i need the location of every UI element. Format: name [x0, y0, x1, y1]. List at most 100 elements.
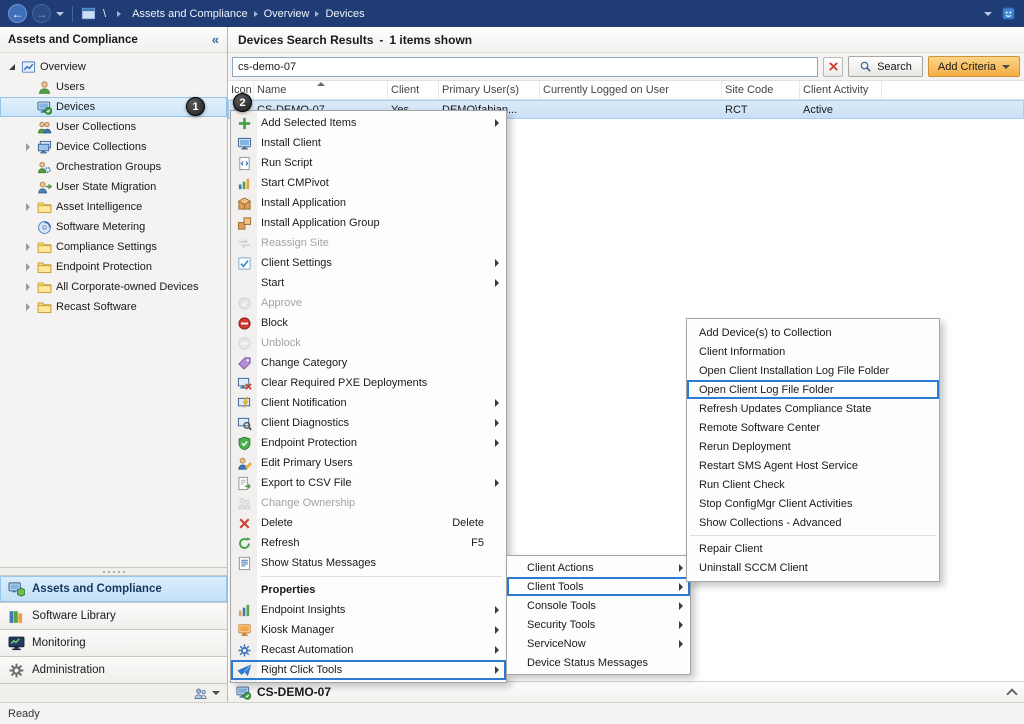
clear-search-button[interactable]	[823, 57, 843, 77]
feedback-icon[interactable]	[1001, 6, 1016, 21]
menu-item-console-tools[interactable]: Console Tools	[507, 596, 690, 615]
breadcrumb-item-overview[interactable]: Overview	[262, 8, 312, 20]
tree-item-all-corporate-owned-devices[interactable]: All Corporate-owned Devices	[0, 277, 227, 297]
expand-expander-icon[interactable]	[22, 202, 33, 213]
search-input[interactable]	[232, 57, 818, 77]
menu-item-install-client[interactable]: Install Client	[231, 133, 506, 153]
menu-item-remote-software-center[interactable]: Remote Software Center	[687, 418, 939, 437]
collapse-expander-icon[interactable]	[6, 62, 17, 73]
menu-item-rerun-deployment[interactable]: Rerun Deployment	[687, 437, 939, 456]
tree-item-asset-intelligence[interactable]: Asset Intelligence	[0, 197, 227, 217]
menu-item-device-status-messages[interactable]: Device Status Messages	[507, 653, 690, 672]
menu-item-run-script[interactable]: Run Script	[231, 153, 506, 173]
expand-expander-icon[interactable]	[22, 262, 33, 273]
results-count: 1 items shown	[389, 33, 472, 47]
tree-item-user-state-migration[interactable]: User State Migration	[0, 177, 227, 197]
pane-splitter[interactable]	[0, 567, 227, 575]
submenu-arrow-icon	[495, 439, 499, 447]
menu-item-clear-required-pxe-deployments[interactable]: Clear Required PXE Deployments	[231, 373, 506, 393]
column-header-primary-user-s[interactable]: Primary User(s)	[439, 81, 540, 99]
menu-item-export-to-csv-file[interactable]: Export to CSV File	[231, 473, 506, 493]
status-bar: Ready	[0, 702, 1024, 724]
collapse-detail-chevron-icon[interactable]	[1006, 688, 1017, 699]
menu-item-change-ownership: Change Ownership	[231, 493, 506, 513]
menu-item-install-application-group[interactable]: Install Application Group	[231, 213, 506, 233]
menu-item-show-status-messages[interactable]: Show Status Messages	[231, 553, 506, 573]
menu-item-start[interactable]: Start	[231, 273, 506, 293]
expand-expander-icon[interactable]	[22, 302, 33, 313]
menu-item-repair-client[interactable]: Repair Client	[687, 539, 939, 558]
configure-caret-icon[interactable]	[212, 691, 220, 695]
menu-item-client-settings[interactable]: Client Settings	[231, 253, 506, 273]
menu-item-client-notification[interactable]: Client Notification	[231, 393, 506, 413]
tree-item-software-metering[interactable]: Software Metering	[0, 217, 227, 237]
right-click-tools-submenu: Client ActionsClient ToolsConsole ToolsS…	[506, 555, 691, 675]
menu-item-recast-automation[interactable]: Recast Automation	[231, 640, 506, 660]
menu-item-servicenow[interactable]: ServiceNow	[507, 634, 690, 653]
history-caret-icon[interactable]	[56, 12, 64, 16]
tree-item-overview[interactable]: Overview	[0, 57, 227, 77]
configure-buttons-icon[interactable]	[193, 686, 208, 701]
menu-item-edit-primary-users[interactable]: Edit Primary Users	[231, 453, 506, 473]
tree-item-users[interactable]: Users	[0, 77, 227, 97]
nav-pane-assets-and-compliance[interactable]: Assets and Compliance	[0, 575, 227, 602]
menu-item-block[interactable]: Block	[231, 313, 506, 333]
column-header-currently-logged-on-user[interactable]: Currently Logged on User	[540, 81, 722, 99]
breadcrumb-item-devices[interactable]: Devices	[323, 8, 366, 20]
tree-item-device-collections[interactable]: Device Collections	[0, 137, 227, 157]
expand-expander-icon[interactable]	[22, 142, 33, 153]
expand-expander-icon[interactable]	[22, 282, 33, 293]
sidebar-header: Assets and Compliance «	[0, 27, 227, 53]
menu-item-client-diagnostics[interactable]: Client Diagnostics	[231, 413, 506, 433]
column-header-client-activity[interactable]: Client Activity	[800, 81, 882, 99]
menu-item-open-client-log-file-folder[interactable]: Open Client Log File Folder	[687, 380, 939, 399]
tree-item-user-collections[interactable]: User Collections	[0, 117, 227, 137]
nav-config-row	[0, 683, 227, 702]
menu-item-client-tools[interactable]: Client Tools	[507, 577, 690, 596]
add-criteria-button[interactable]: Add Criteria	[928, 56, 1020, 77]
menu-item-install-application[interactable]: Install Application	[231, 193, 506, 213]
menu-item-show-collections-advanced[interactable]: Show Collections - Advanced	[687, 513, 939, 532]
menu-item-open-client-installation-log-file-folder[interactable]: Open Client Installation Log File Folder	[687, 361, 939, 380]
menu-item-endpoint-insights[interactable]: Endpoint Insights	[231, 600, 506, 620]
menu-item-right-click-tools[interactable]: Right Click Tools	[231, 660, 506, 680]
menu-item-add-device-s-to-collection[interactable]: Add Device(s) to Collection	[687, 323, 939, 342]
nav-pane-software-library[interactable]: Software Library	[0, 602, 227, 629]
tree-item-recast-software[interactable]: Recast Software	[0, 297, 227, 317]
console-menu-caret-icon[interactable]	[984, 12, 992, 16]
menu-item-client-actions[interactable]: Client Actions	[507, 558, 690, 577]
expander-spacer	[22, 122, 33, 133]
nav-pane-administration[interactable]: Administration	[0, 656, 227, 683]
tree-item-endpoint-protection[interactable]: Endpoint Protection	[0, 257, 227, 277]
menu-item-add-selected-items[interactable]: Add Selected Items	[231, 113, 506, 133]
forward-arrow-icon: →	[36, 8, 48, 20]
column-header-client[interactable]: Client	[388, 81, 439, 99]
column-header-name[interactable]: Name	[254, 81, 388, 99]
expand-expander-icon[interactable]	[22, 242, 33, 253]
menu-item-client-information[interactable]: Client Information	[687, 342, 939, 361]
menu-item-uninstall-sccm-client[interactable]: Uninstall SCCM Client	[687, 558, 939, 577]
menu-item-properties[interactable]: Properties	[231, 580, 506, 600]
menu-item-kiosk-manager[interactable]: Kiosk Manager	[231, 620, 506, 640]
tree-item-compliance-settings[interactable]: Compliance Settings	[0, 237, 227, 257]
menu-item-refresh-updates-compliance-state[interactable]: Refresh Updates Compliance State	[687, 399, 939, 418]
menu-item-restart-sms-agent-host-service[interactable]: Restart SMS Agent Host Service	[687, 456, 939, 475]
search-button[interactable]: Search	[848, 56, 923, 77]
menu-item-security-tools[interactable]: Security Tools	[507, 615, 690, 634]
menu-item-run-client-check[interactable]: Run Client Check	[687, 475, 939, 494]
menu-item-start-cmpivot[interactable]: Start CMPivot	[231, 173, 506, 193]
back-button[interactable]: ←	[8, 4, 27, 23]
folder-icon	[37, 260, 52, 275]
column-header-site-code[interactable]: Site Code	[722, 81, 800, 99]
menu-item-refresh[interactable]: RefreshF5	[231, 533, 506, 553]
menu-item-change-category[interactable]: Change Category	[231, 353, 506, 373]
collapse-pane-button[interactable]: «	[212, 32, 219, 47]
breadcrumb-item-assets-and-compliance[interactable]: Assets and Compliance	[130, 8, 250, 20]
tree-item-orchestration-groups[interactable]: Orchestration Groups	[0, 157, 227, 177]
nav-pane-monitoring[interactable]: Monitoring	[0, 629, 227, 656]
menu-item-delete[interactable]: DeleteDelete	[231, 513, 506, 533]
menu-item-stop-configmgr-client-activities[interactable]: Stop ConfigMgr Client Activities	[687, 494, 939, 513]
forward-button[interactable]: →	[32, 4, 51, 23]
breadcrumb-separator-icon	[254, 11, 258, 17]
menu-item-endpoint-protection[interactable]: Endpoint Protection	[231, 433, 506, 453]
